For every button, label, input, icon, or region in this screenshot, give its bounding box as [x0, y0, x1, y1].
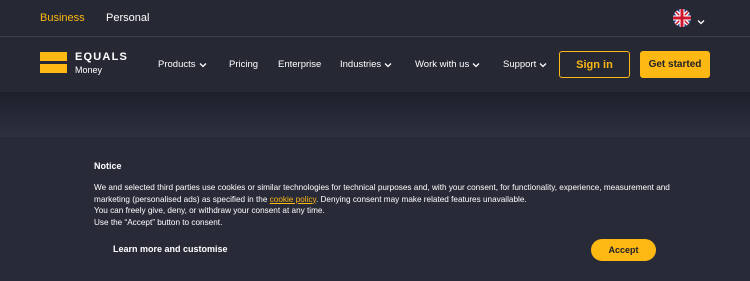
chevron-down-icon [539, 62, 547, 67]
logo-bar-top [40, 52, 67, 61]
nav-item-support[interactable]: Support [503, 59, 547, 70]
nav-item-label: Products [158, 59, 196, 70]
personal-tab[interactable]: Personal [106, 12, 149, 24]
nav-item-label: Support [503, 59, 537, 70]
equals-money-logo[interactable]: EQUALS Money [40, 51, 130, 78]
hero-section [0, 92, 750, 137]
nav-item-label: Enterprise [278, 59, 322, 70]
cookie-consent-banner: Notice We and selected third parties use… [0, 137, 750, 281]
sign-in-button[interactable]: Sign in [559, 51, 630, 78]
nav-item-work-with-us[interactable]: Work with us [415, 59, 480, 70]
nav-item-pricing[interactable]: Pricing [229, 59, 258, 70]
nav-item-products[interactable]: Products [158, 59, 207, 70]
chevron-down-icon [384, 62, 392, 67]
top-bar: Business Personal [0, 0, 750, 37]
logo-wordmark: EQUALS [75, 51, 129, 63]
learn-more-button[interactable]: Learn more and customise [113, 244, 228, 254]
nav-item-label: Industries [340, 59, 382, 70]
cookie-policy-link[interactable]: cookie policy [270, 195, 316, 204]
language-selector[interactable] [673, 9, 707, 27]
get-started-button[interactable]: Get started [640, 51, 710, 78]
nav-item-enterprise[interactable]: Enterprise [278, 59, 321, 70]
chevron-down-icon [199, 62, 206, 67]
nav-item-label: Work with us [415, 59, 470, 70]
logo-subtitle: Money [75, 65, 103, 75]
consent-line-3: Use the “Accept” button to consent. [94, 217, 223, 227]
consent-text: We and selected third parties use cookie… [94, 182, 674, 228]
nav-item-label: Pricing [229, 59, 259, 70]
chevron-down-icon [697, 13, 705, 31]
business-tab[interactable]: Business [40, 12, 85, 24]
consent-title: Notice [94, 161, 122, 171]
consent-line-2: You can freely give, deny, or withdraw y… [94, 206, 325, 215]
uk-flag-icon [673, 9, 691, 27]
nav-item-industries[interactable]: Industries [340, 59, 392, 70]
chevron-down-icon [472, 62, 480, 67]
consent-text-part2: . Denying consent may make related featu… [315, 194, 527, 204]
main-navbar: EQUALS Money Products Pricing Enterprise… [0, 38, 750, 92]
logo-bar-bottom [40, 64, 67, 73]
accept-button[interactable]: Accept [591, 239, 656, 261]
